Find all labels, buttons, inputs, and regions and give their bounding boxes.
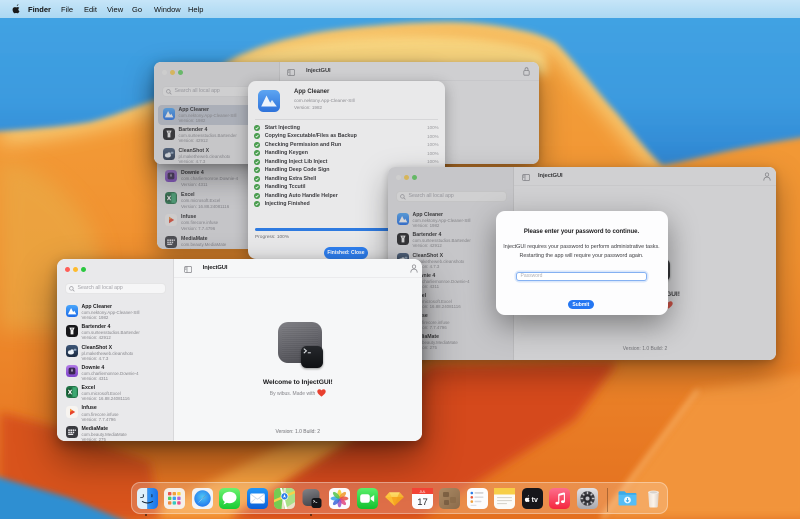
svg-text:tv: tv xyxy=(531,496,537,503)
svg-text:17: 17 xyxy=(417,496,428,507)
svg-text:JUL: JUL xyxy=(419,489,425,493)
